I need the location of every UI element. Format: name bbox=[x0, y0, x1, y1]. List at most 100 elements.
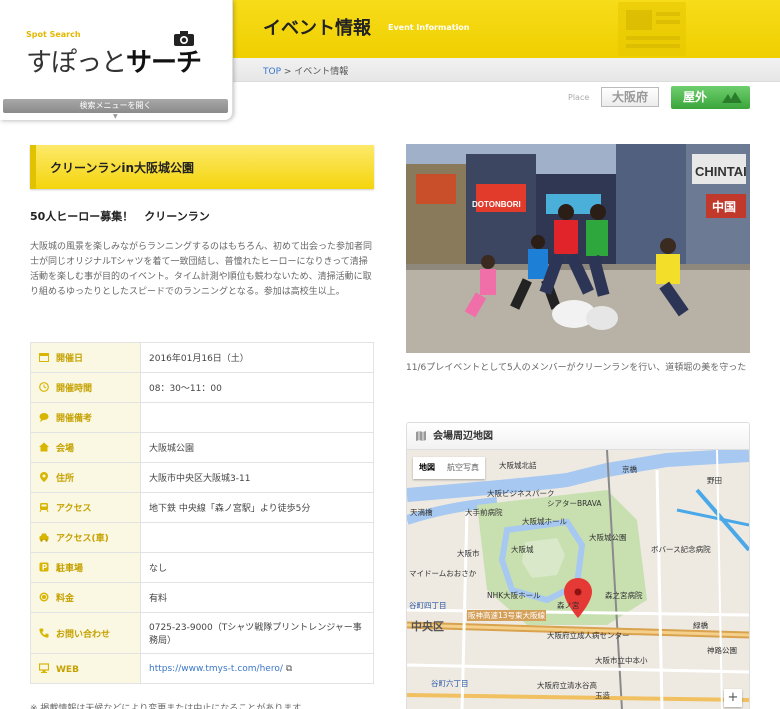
info-value-cell: https://www.tmys-t.com/hero/ ⧉ bbox=[140, 653, 374, 684]
train-icon bbox=[39, 503, 49, 512]
info-label: お問い合わせ bbox=[56, 629, 111, 640]
info-label: アクセス bbox=[56, 504, 92, 514]
info-row: 開催日 2016年01月16日（土） bbox=[30, 342, 374, 373]
map-label: NHK大阪ホール bbox=[487, 591, 541, 600]
info-label-cell: 開催時間 bbox=[30, 372, 141, 403]
info-label: 開催時間 bbox=[56, 384, 93, 394]
pin-icon bbox=[40, 472, 48, 482]
open-search-menu-button[interactable]: 検索メニューを開く bbox=[3, 99, 228, 113]
logo[interactable]: すぽっとサーチ bbox=[26, 42, 202, 79]
event-title-box: クリーンランin大阪城公園 bbox=[30, 145, 374, 189]
photo-sign-chintai: CHINTAI bbox=[695, 164, 747, 179]
zoom-in-button[interactable]: + bbox=[724, 689, 742, 707]
speech-bubble-icon bbox=[39, 413, 49, 422]
info-label-cell: 会場 bbox=[30, 432, 141, 463]
parking-icon: P bbox=[39, 562, 49, 572]
outdoor-tag[interactable]: 屋外 bbox=[671, 86, 750, 109]
phone-icon bbox=[39, 628, 49, 638]
monitor-icon bbox=[39, 662, 49, 673]
logo-text-b: サーチ bbox=[126, 48, 202, 78]
info-value-cell: 地下鉄 中央線「森ノ宮駅」より徒歩5分 bbox=[140, 492, 374, 523]
camera-icon bbox=[174, 31, 194, 46]
car-icon bbox=[39, 533, 49, 542]
map-label: 大手前病院 bbox=[465, 508, 503, 517]
map-label: シアターBRAVA bbox=[547, 499, 602, 508]
info-value-cell: 0725-23-9000（Tシャツ戦隊プリントレンジャー事務局） bbox=[140, 612, 374, 654]
info-value: 08：30～11：00 bbox=[149, 384, 222, 394]
map-label: 神路公園 bbox=[707, 646, 737, 655]
calendar-board-icon bbox=[618, 2, 686, 56]
info-label: WEB bbox=[56, 664, 79, 675]
disclaimer-note: ※ 掲載情報は天候などにより変更または中止になることがあります。 bbox=[30, 704, 310, 709]
place-area-tag[interactable]: 大阪府 bbox=[601, 87, 659, 107]
map-panel: 会場周辺地図 地図 航空写真 大阪城北詰 京橋 野田 大阪ビジネスパーク シアタ… bbox=[406, 422, 750, 709]
map-label-highway: 阪神高速13号東大阪線 bbox=[467, 610, 547, 621]
map-type-map[interactable]: 地図 bbox=[413, 457, 441, 479]
event-info-table: 開催日 2016年01月16日（土） 開催時間 08：30～11：00 開催備考 会場 大阪… bbox=[30, 342, 374, 684]
info-label: 開催日 bbox=[56, 354, 84, 364]
info-label-cell: お問い合わせ bbox=[30, 612, 141, 654]
map-label: 大阪市立中本小 bbox=[595, 656, 648, 665]
info-row: 開催備考 bbox=[30, 402, 374, 433]
info-row: WEB https://www.tmys-t.com/hero/ ⧉ bbox=[30, 653, 374, 684]
info-value: 地下鉄 中央線「森ノ宮駅」より徒歩5分 bbox=[149, 504, 311, 514]
info-value-cell: 大阪城公園 bbox=[140, 432, 374, 463]
map-header: 会場周辺地図 bbox=[407, 423, 749, 450]
info-label: 駐車場 bbox=[56, 564, 84, 574]
breadcrumb-top-link[interactable]: TOP bbox=[263, 67, 281, 77]
photo-sign-dotonbori: DOTONBORI bbox=[472, 200, 521, 209]
map-label: 森之宮病院 bbox=[605, 591, 643, 600]
map-canvas[interactable]: 地図 航空写真 大阪城北詰 京橋 野田 大阪ビジネスパーク シアターBRAVA … bbox=[407, 450, 749, 709]
map-label: 京橋 bbox=[622, 465, 637, 474]
breadcrumb-separator: > bbox=[281, 67, 295, 77]
info-row: 料金 有料 bbox=[30, 582, 374, 613]
info-value-cell: 有料 bbox=[140, 582, 374, 613]
info-row: 住所 大阪市中央区大阪城3-11 bbox=[30, 462, 374, 493]
info-label-cell: P 駐車場 bbox=[30, 552, 141, 583]
event-title: クリーンランin大阪城公園 bbox=[50, 161, 195, 175]
info-label-cell: 開催備考 bbox=[30, 402, 141, 433]
map-icon bbox=[416, 431, 426, 441]
info-label: 開催備考 bbox=[56, 414, 93, 424]
map-type-control[interactable]: 地図 航空写真 bbox=[413, 457, 485, 479]
info-label-cell: アクセス bbox=[30, 492, 141, 523]
info-label: 住所 bbox=[56, 474, 75, 484]
website-link[interactable]: https://www.tmys-t.com/hero/ bbox=[149, 664, 283, 674]
info-value-cell bbox=[140, 522, 374, 553]
info-value: 有料 bbox=[149, 594, 168, 604]
info-value-cell: 大阪市中央区大阪城3-11 bbox=[140, 462, 374, 493]
info-label: 会場 bbox=[56, 444, 75, 454]
breadcrumb-current: イベント情報 bbox=[294, 67, 349, 77]
outdoor-tag-label: 屋外 bbox=[683, 90, 708, 104]
event-description: 大阪城の風景を楽しみながらランニングするのはもちろん、初めて出会った参加者同士が… bbox=[30, 242, 373, 297]
chevron-down-icon: ▼ bbox=[113, 113, 118, 120]
info-row: お問い合わせ 0725-23-9000（Tシャツ戦隊プリントレンジャー事務局） bbox=[30, 612, 374, 654]
map-type-satellite[interactable]: 航空写真 bbox=[441, 457, 485, 479]
place-label: Place bbox=[568, 93, 590, 102]
map-label: 大阪府立清水谷高 bbox=[537, 681, 597, 690]
map-label: 大阪城北詰 bbox=[499, 461, 537, 470]
map-label: 谷町六丁目 bbox=[431, 679, 469, 688]
info-row: P 駐車場 なし bbox=[30, 552, 374, 583]
logo-text-a: すぽっと bbox=[26, 48, 127, 78]
info-row: 開催時間 08：30～11：00 bbox=[30, 372, 374, 403]
info-label-cell: 料金 bbox=[30, 582, 141, 613]
map-label: 森ノ宮 bbox=[557, 601, 580, 610]
page-title-en: Event Information bbox=[388, 23, 470, 32]
info-label-cell: WEB bbox=[30, 653, 141, 684]
mountain-icon bbox=[722, 92, 742, 103]
breadcrumb: TOP > イベント情報 bbox=[263, 64, 348, 77]
info-value: 2016年01月16日（土） bbox=[149, 354, 249, 364]
map-label: 大阪市 bbox=[457, 549, 480, 558]
event-photo: CHINTAI 中国 DOTONBORI bbox=[406, 144, 750, 353]
info-value-cell: 2016年01月16日（土） bbox=[140, 342, 374, 373]
info-value: なし bbox=[149, 564, 168, 574]
info-value: 大阪城公園 bbox=[149, 444, 195, 454]
coin-icon bbox=[39, 592, 49, 602]
info-label-cell: 開催日 bbox=[30, 342, 141, 373]
info-label: 料金 bbox=[56, 594, 75, 604]
external-link-icon: ⧉ bbox=[282, 663, 293, 674]
map-label: 大阪城公園 bbox=[589, 533, 627, 542]
info-label-cell: 住所 bbox=[30, 462, 141, 493]
logo-panel: Spot Search すぽっとサーチ 検索メニューを開く ▼ bbox=[0, 0, 233, 120]
